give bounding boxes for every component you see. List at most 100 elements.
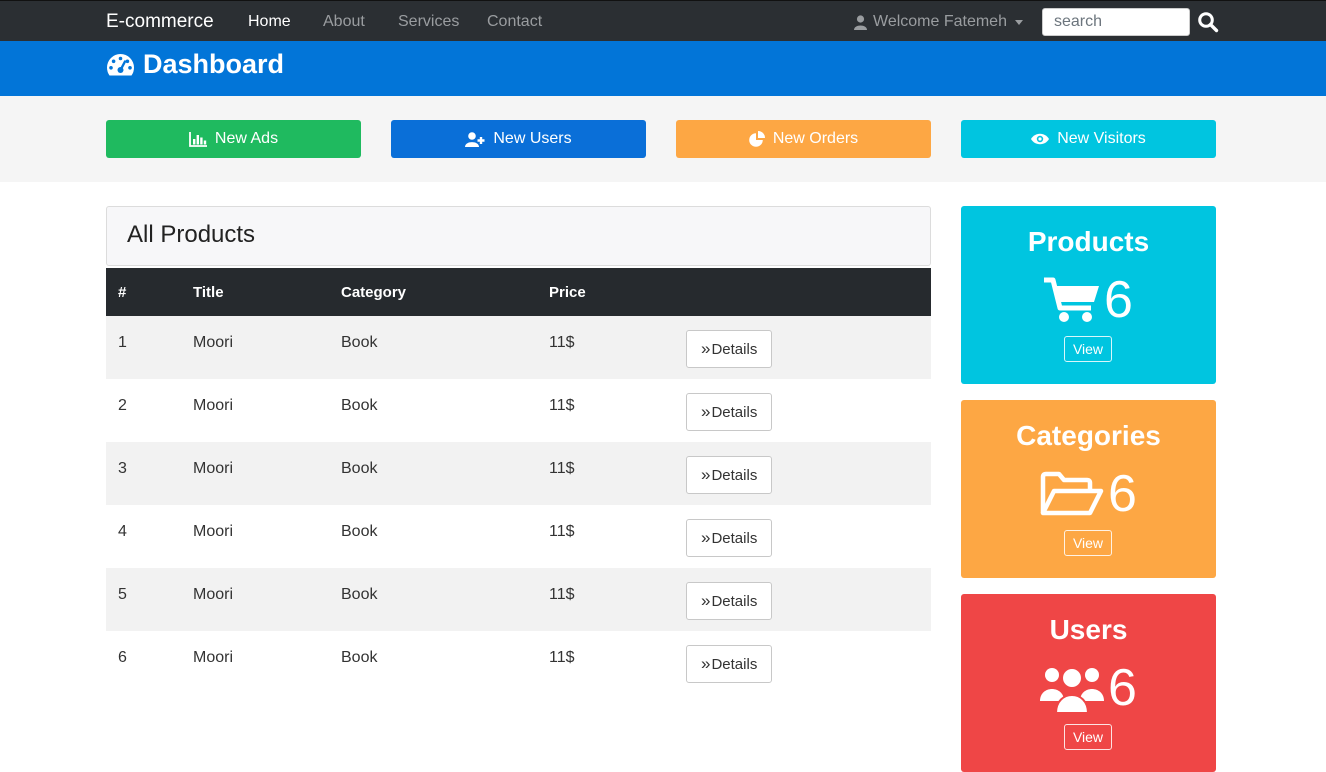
page-title-text: Dashboard	[143, 49, 285, 79]
dashboard-gauge-icon	[107, 53, 134, 75]
caret-down-icon	[1014, 19, 1023, 25]
eye-icon	[1031, 133, 1050, 145]
nav-services[interactable]: Services	[398, 13, 459, 31]
categories-stat-title: Categories	[1016, 420, 1161, 451]
page-title: Dashboard	[106, 49, 284, 80]
new-visitors-button[interactable]: New Visitors	[961, 120, 1216, 158]
products-count: 6	[1104, 271, 1133, 329]
dashboard-header: Dashboard	[0, 41, 1326, 96]
double-chevron-right-icon: »	[701, 654, 711, 673]
table-row: 2 Moori Book 11$ » Details	[106, 379, 931, 442]
nav-about[interactable]: About	[323, 13, 365, 31]
row-price: 11$	[549, 460, 575, 477]
row-number: 5	[118, 586, 127, 603]
users-count: 6	[1108, 659, 1137, 717]
row-price: 11$	[549, 334, 575, 351]
nav-contact[interactable]: Contact	[487, 13, 542, 31]
row-title: Moori	[193, 334, 234, 351]
table-row: 6 Moori Book 11$ » Details	[106, 631, 931, 694]
users-stat-title: Users	[1049, 614, 1128, 645]
row-price: 11$	[549, 649, 575, 666]
top-navbar: E-commerce Home About Services Contact W…	[0, 0, 1326, 41]
column-category: Category	[341, 283, 407, 301]
search-input[interactable]	[1042, 8, 1190, 36]
table-row: 1 Moori Book 11$ » Details	[106, 316, 931, 379]
table-row: 3 Moori Book 11$ » Details	[106, 442, 931, 505]
details-label: Details	[711, 655, 758, 673]
new-users-button[interactable]: New Users	[391, 120, 646, 158]
new-ads-button[interactable]: New Ads	[106, 120, 361, 158]
row-category: Book	[341, 523, 378, 540]
categories-stat-card: Categories 6 View	[961, 400, 1216, 578]
row-number: 3	[118, 460, 127, 477]
details-button[interactable]: » Details	[686, 519, 773, 557]
user-icon	[854, 14, 867, 30]
categories-view-button[interactable]: View	[1064, 530, 1112, 556]
row-number: 1	[118, 334, 127, 351]
products-stat-card: Products 6 View	[961, 206, 1216, 384]
user-plus-icon	[465, 131, 485, 147]
row-price: 11$	[549, 586, 575, 603]
details-button[interactable]: » Details	[686, 330, 773, 368]
products-table: # Title Category Price 1 Moori Book 11$ …	[106, 268, 931, 694]
details-button[interactable]: » Details	[686, 582, 773, 620]
new-orders-button[interactable]: New Orders	[676, 120, 931, 158]
users-icon	[1040, 667, 1105, 713]
new-visitors-label: New Visitors	[1057, 130, 1146, 147]
details-label: Details	[711, 592, 758, 610]
double-chevron-right-icon: »	[701, 339, 711, 358]
new-ads-label: New Ads	[214, 130, 279, 147]
users-view-button[interactable]: View	[1064, 724, 1112, 750]
details-label: Details	[711, 529, 758, 547]
folder-open-icon	[1040, 471, 1104, 516]
details-label: Details	[711, 340, 758, 358]
all-products-heading: All Products	[127, 221, 256, 248]
row-category: Book	[341, 460, 378, 477]
column-price: Price	[549, 283, 586, 301]
row-title: Moori	[193, 586, 234, 603]
user-menu-dropdown[interactable]: Welcome Fatemeh	[854, 13, 1023, 31]
row-category: Book	[341, 397, 378, 414]
table-row: 5 Moori Book 11$ » Details	[106, 568, 931, 631]
row-title: Moori	[193, 460, 234, 477]
double-chevron-right-icon: »	[701, 402, 711, 421]
double-chevron-right-icon: »	[701, 465, 711, 484]
details-label: Details	[711, 403, 758, 421]
new-users-label: New Users	[493, 130, 572, 147]
row-number: 4	[118, 523, 127, 540]
details-button[interactable]: » Details	[686, 456, 773, 494]
row-category: Book	[341, 334, 378, 351]
table-row: 4 Moori Book 11$ » Details	[106, 505, 931, 568]
categories-count: 6	[1108, 465, 1137, 523]
products-stat-title: Products	[1027, 226, 1150, 257]
welcome-label: Welcome Fatemeh	[873, 13, 1007, 30]
row-price: 11$	[549, 397, 575, 414]
new-orders-label: New Orders	[772, 130, 859, 147]
products-view-button[interactable]: View	[1064, 336, 1112, 362]
nav-home[interactable]: Home	[248, 13, 291, 31]
column-title: Title	[193, 283, 224, 301]
pie-chart-icon	[749, 131, 765, 147]
row-title: Moori	[193, 649, 234, 666]
double-chevron-right-icon: »	[701, 528, 711, 547]
details-button[interactable]: » Details	[686, 393, 773, 431]
row-price: 11$	[549, 523, 575, 540]
bar-chart-icon	[189, 131, 207, 147]
table-header-row: # Title Category Price	[106, 268, 931, 316]
double-chevron-right-icon: »	[701, 591, 711, 610]
brand-logo[interactable]: E-commerce	[106, 11, 214, 33]
row-title: Moori	[193, 523, 234, 540]
row-number: 2	[118, 397, 127, 414]
shopping-cart-icon	[1044, 277, 1100, 322]
row-title: Moori	[193, 397, 234, 414]
search-icon[interactable]	[1197, 11, 1219, 33]
details-label: Details	[711, 466, 758, 484]
details-button[interactable]: » Details	[686, 645, 773, 683]
row-number: 6	[118, 649, 127, 666]
action-buttons-row: New Ads New Users New Orders New Visitor…	[0, 96, 1326, 182]
row-category: Book	[341, 649, 378, 666]
column-number: #	[118, 283, 127, 301]
all-products-card: All Products	[106, 206, 931, 266]
users-stat-card: Users 6 View	[961, 594, 1216, 772]
column-actions	[686, 268, 931, 316]
